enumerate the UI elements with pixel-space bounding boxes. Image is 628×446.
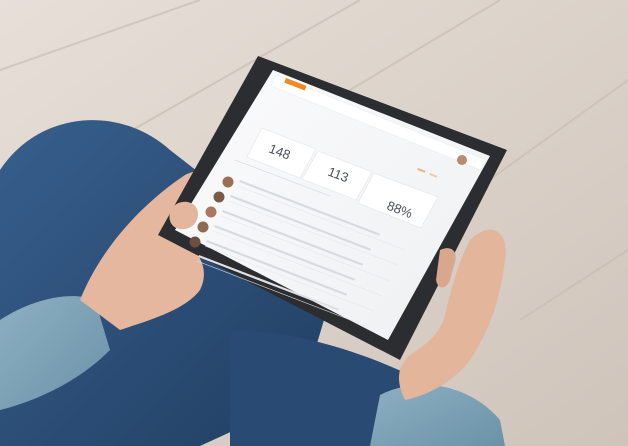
avatar <box>197 221 209 233</box>
avatar <box>222 176 234 188</box>
photo-scene: 148 113 88% <box>0 0 628 446</box>
user-avatar[interactable] <box>457 155 467 165</box>
avatar <box>205 206 217 218</box>
avatar <box>189 236 201 248</box>
photo: 148 113 88% <box>0 0 628 446</box>
avatar <box>213 191 225 203</box>
